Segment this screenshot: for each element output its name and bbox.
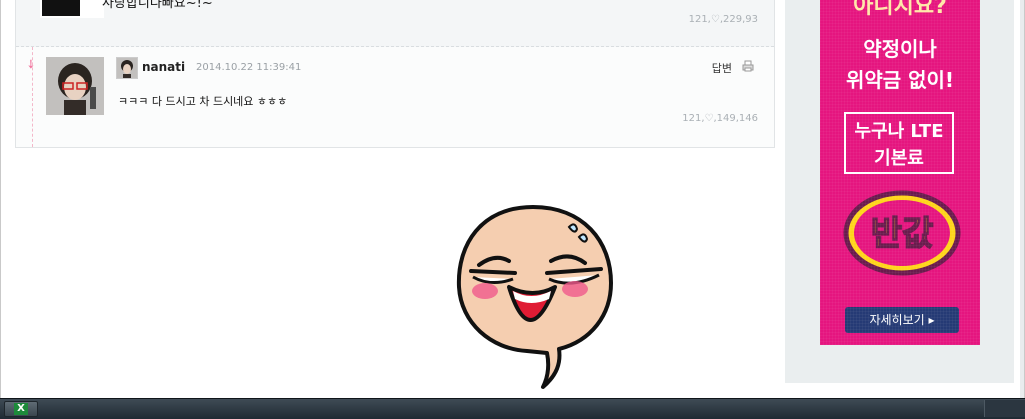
page-body: 사랑합니다빠요~!~ 121,♡,229,93 ➘ nanati 2014.10… [0, 0, 1025, 398]
previous-comment-meta: 121,♡,229,93 [688, 14, 758, 25]
reply-text: ㅋㅋㅋ 다 드시고 차 드시네요 ㅎㅎㅎ [118, 95, 288, 108]
ad-line-3: 위약금 없이! [845, 68, 955, 92]
previous-comment-text: 사랑합니다빠요~!~ [102, 0, 213, 11]
ad-detail-button[interactable]: 자세히보기 ▸ [845, 307, 959, 333]
ad-offer-box: 누구나 LTE 기본료 [844, 112, 954, 174]
ad-offer-line-1: 누구나 LTE [854, 121, 944, 142]
reply-button[interactable]: 답변 [712, 60, 732, 76]
reply-comment: ➘ nanati 2014.10.22 11:39:41 답변 ㅋㅋㅋ 다 드시… [16, 47, 774, 147]
page-edge [1020, 0, 1024, 398]
avatar[interactable] [46, 57, 104, 115]
print-icon[interactable] [742, 60, 754, 72]
reply-meta: 121,♡,149,146 [682, 113, 758, 124]
previous-comment-image[interactable] [40, 0, 104, 18]
excel-icon: X [14, 403, 28, 415]
avatar-image-icon [46, 57, 104, 115]
ad-banner[interactable]: 아니지요? 약정이나 위약금 없이! 누구나 LTE 기본료 반값 자세히보기 … [820, 0, 980, 345]
username[interactable]: nanati [142, 60, 185, 74]
laughing-emoticon-icon [456, 205, 613, 389]
ad-line-2: 약정이나 [863, 37, 937, 61]
previous-comment: 사랑합니다빠요~!~ 121,♡,229,93 [16, 0, 774, 47]
taskbar-tray[interactable] [984, 400, 1025, 417]
taskbar: X [0, 398, 1025, 419]
mini-avatar-icon [117, 58, 137, 78]
reply-arrow-icon: ➘ [22, 55, 40, 73]
ad-headline: 아니지요? [853, 0, 947, 19]
comment-section: 사랑합니다빠요~!~ 121,♡,229,93 ➘ nanati 2014.10… [15, 0, 775, 148]
excel-taskbar-button[interactable]: X [4, 401, 38, 417]
ad-offer-line-2: 기본료 [874, 148, 924, 169]
ad-badge: 반값 [843, 190, 961, 276]
previous-comment-image-thumb [42, 0, 80, 16]
user-mini-avatar[interactable] [116, 57, 138, 79]
ad-badge-text: 반값 [871, 214, 934, 254]
timestamp: 2014.10.22 11:39:41 [196, 62, 302, 73]
